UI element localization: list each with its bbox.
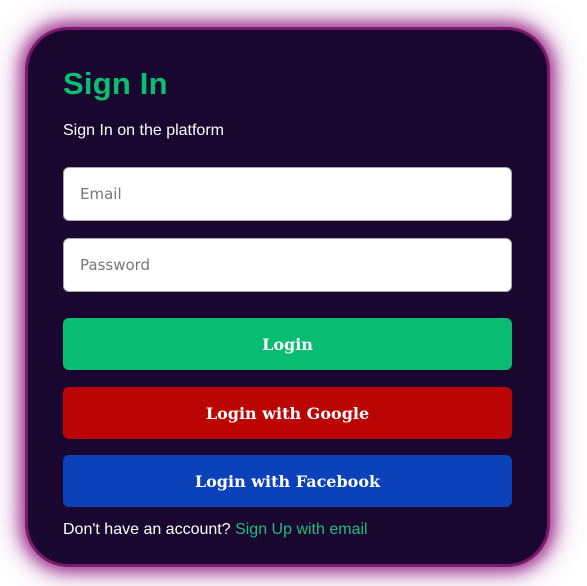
page: Sign In Sign In on the platform Login Lo… [0, 0, 587, 586]
page-subtitle: Sign In on the platform [63, 122, 224, 139]
signup-prompt: Don't have an account? Sign Up with emai… [63, 520, 368, 539]
sign-in-card: Sign In Sign In on the platform Login Lo… [28, 30, 547, 564]
email-field[interactable] [63, 167, 512, 221]
signup-link[interactable]: Sign Up with email [235, 521, 368, 538]
login-with-google-button[interactable]: Login with Google [63, 387, 512, 439]
login-with-facebook-button[interactable]: Login with Facebook [63, 455, 512, 507]
page-title: Sign In [63, 66, 168, 101]
password-field[interactable] [63, 238, 512, 292]
signup-prompt-text: Don't have an account? [63, 521, 231, 538]
login-button[interactable]: Login [63, 318, 512, 370]
